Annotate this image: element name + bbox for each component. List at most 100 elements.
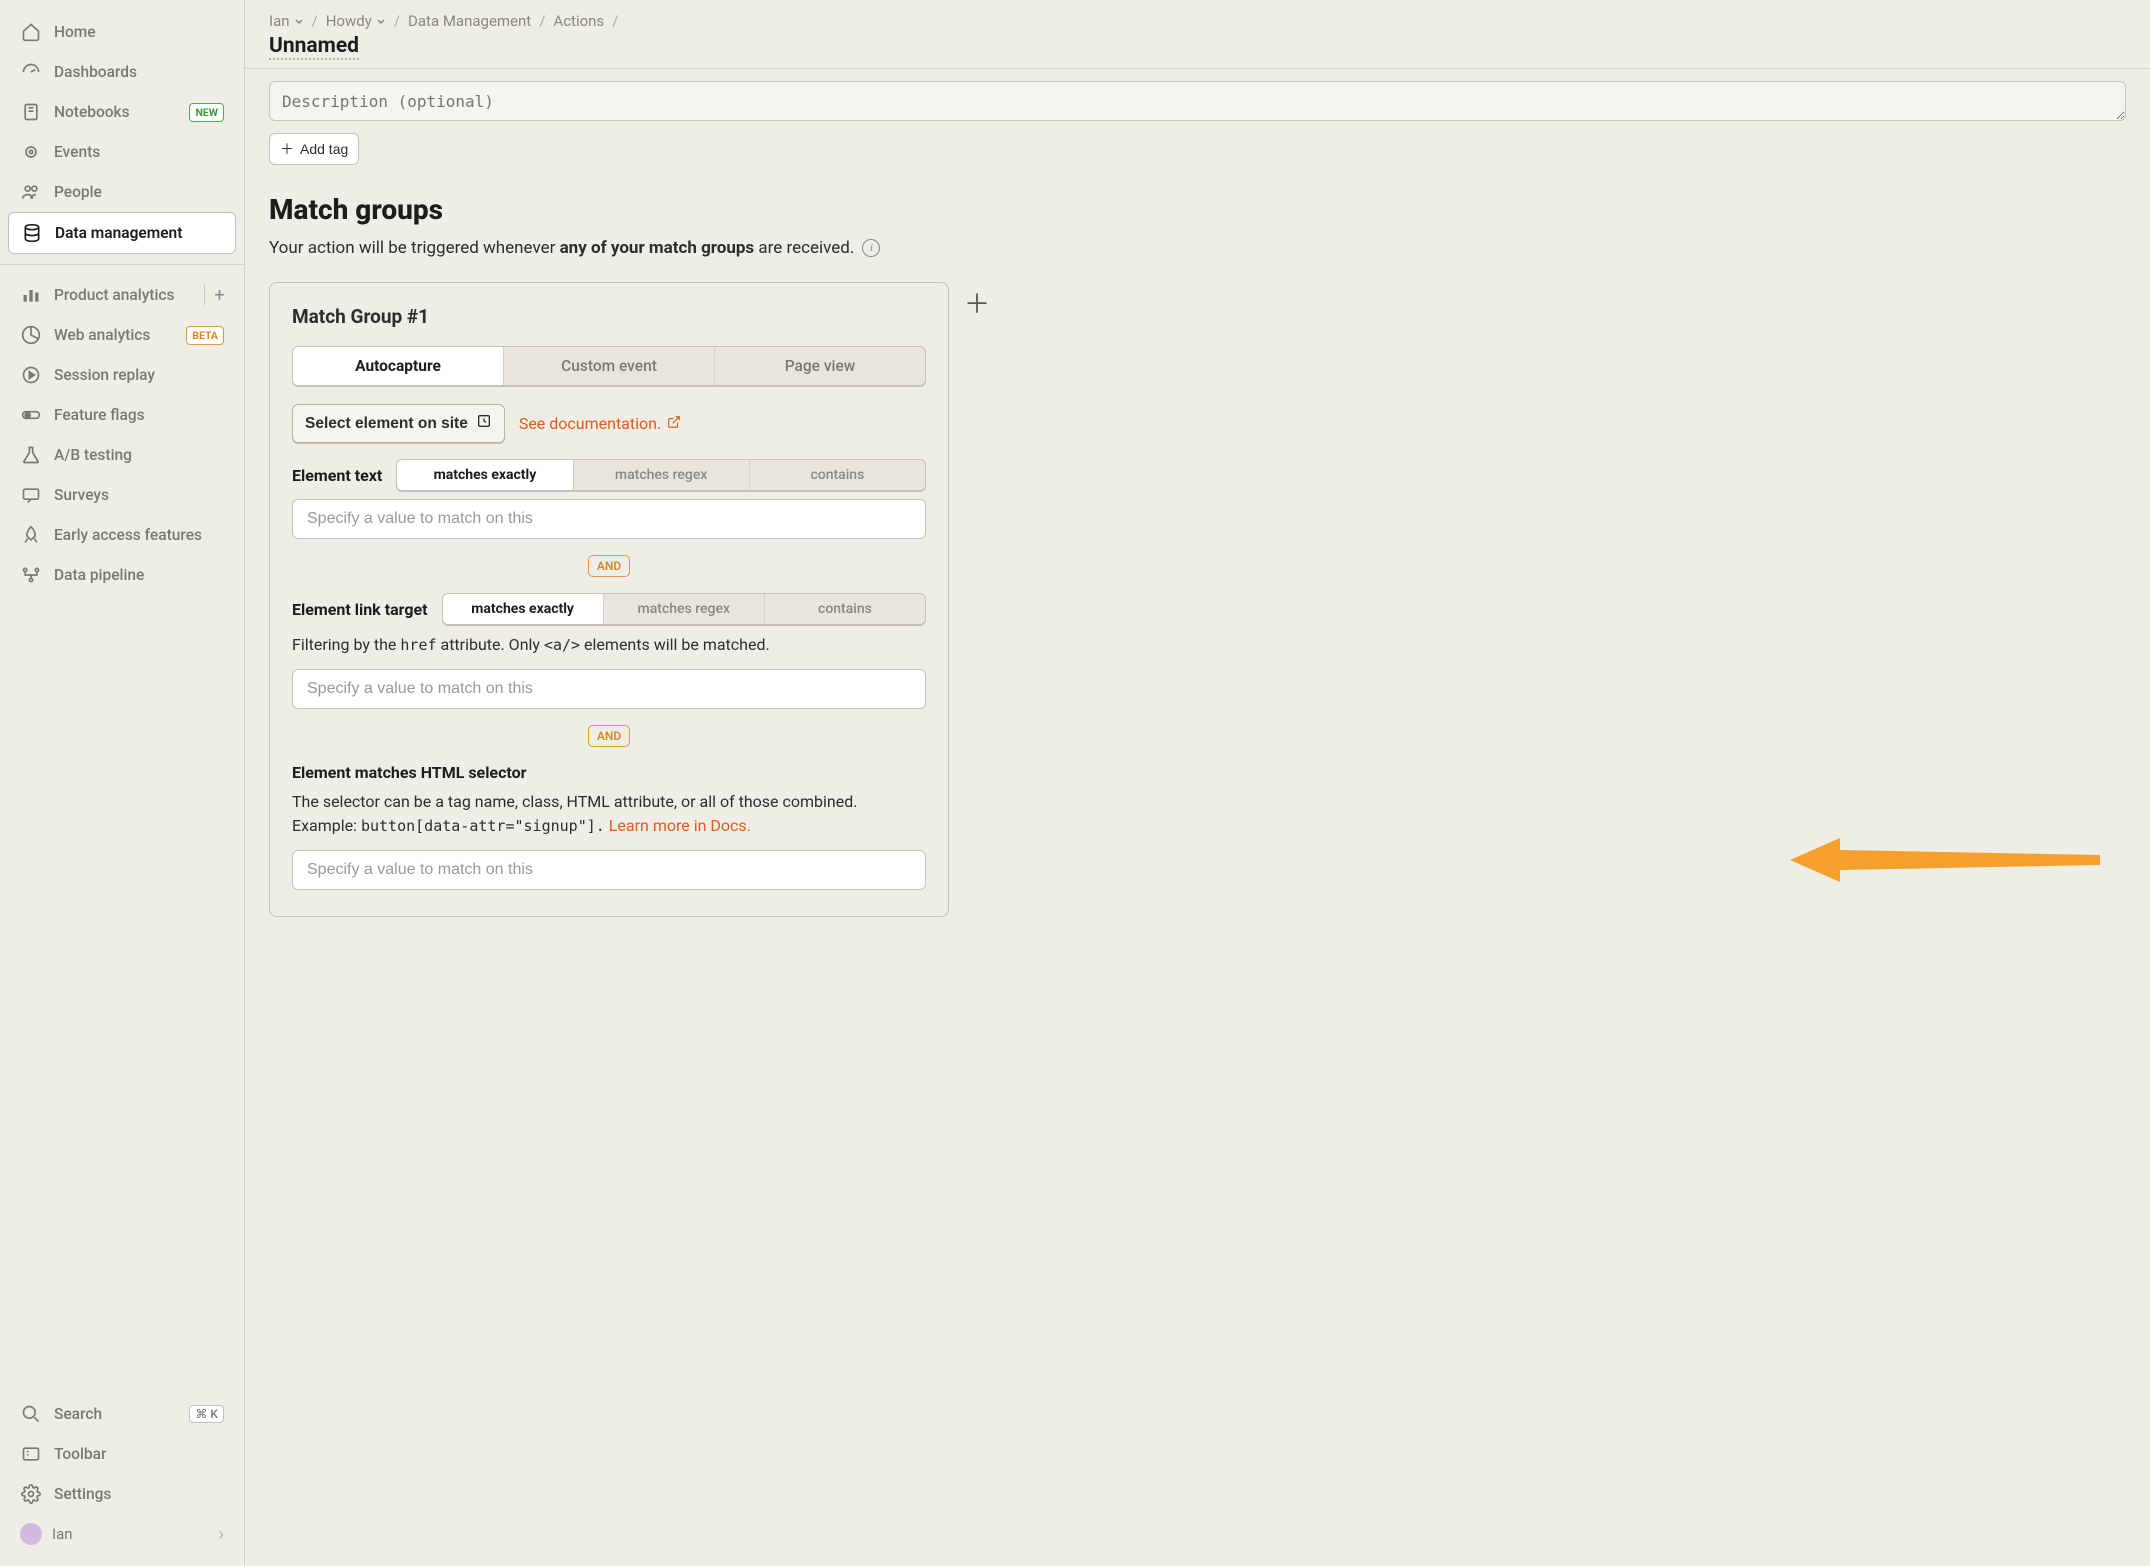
sidebar-item-home[interactable]: Home <box>8 12 236 52</box>
target-icon <box>476 413 492 434</box>
element-link-input[interactable] <box>292 669 926 709</box>
chevron-down-icon <box>294 12 304 30</box>
breadcrumb-item[interactable]: Howdy <box>326 12 386 30</box>
sidebar-item-data-pipeline[interactable]: Data pipeline <box>8 555 236 595</box>
and-separator: AND <box>588 725 630 747</box>
chevron-down-icon <box>376 12 386 30</box>
pie-icon <box>20 324 42 346</box>
sidebar-item-web-analytics[interactable]: Web analytics BETA <box>8 315 236 355</box>
sidebar-toolbar[interactable]: Toolbar <box>8 1434 236 1474</box>
nav-label: Session replay <box>54 366 224 384</box>
database-icon <box>21 222 43 244</box>
see-documentation-link[interactable]: See documentation. <box>519 414 681 433</box>
sidebar-item-early-access-features[interactable]: Early access features <box>8 515 236 555</box>
sidebar-item-dashboards[interactable]: Dashboards <box>8 52 236 92</box>
page-title[interactable]: Unnamed <box>269 34 359 60</box>
element-link-match-mode: matches exactlymatches regexcontains <box>442 593 926 625</box>
nav-label: Events <box>54 143 224 161</box>
add-tag-label: Add tag <box>300 141 348 157</box>
sidebar-item-notebooks[interactable]: Notebooks NEW <box>8 92 236 132</box>
sidebar-search-label: Search <box>54 1405 177 1423</box>
segment-contains[interactable]: contains <box>765 594 925 624</box>
selector-label: Element matches HTML selector <box>292 763 926 782</box>
tab-custom-event[interactable]: Custom event <box>504 347 715 385</box>
learn-more-link[interactable]: Learn more in Docs. <box>609 814 751 838</box>
segment-matches-exactly[interactable]: matches exactly <box>443 594 604 624</box>
sidebar-item-data-management[interactable]: Data management <box>8 212 236 254</box>
segment-matches-exactly[interactable]: matches exactly <box>397 460 573 490</box>
sidebar-item-session-replay[interactable]: Session replay <box>8 355 236 395</box>
sidebar-item-a-b-testing[interactable]: A/B testing <box>8 435 236 475</box>
description-input[interactable] <box>269 81 2126 121</box>
sidebar-divider <box>0 264 244 265</box>
nav-label: A/B testing <box>54 446 224 464</box>
badge-beta: BETA <box>186 326 224 345</box>
plus-icon: ＋ <box>280 139 294 159</box>
element-text-label: Element text <box>292 466 382 485</box>
select-element-label: Select element on site <box>305 415 468 433</box>
breadcrumb-item[interactable]: Data Management <box>408 12 531 30</box>
avatar <box>20 1523 42 1545</box>
nav-label: Home <box>54 23 224 41</box>
sidebar-settings[interactable]: Settings <box>8 1474 236 1514</box>
search-icon <box>20 1403 42 1425</box>
tab-page-view[interactable]: Page view <box>715 347 925 385</box>
people-icon <box>20 181 42 203</box>
sidebar-item-feature-flags[interactable]: Feature flags <box>8 395 236 435</box>
segment-contains[interactable]: contains <box>750 460 925 490</box>
sidebar-item-events[interactable]: Events <box>8 132 236 172</box>
notebook-icon <box>20 101 42 123</box>
gear-icon <box>20 1483 42 1505</box>
breadcrumb: Ian /Howdy /Data Management/Actions/ <box>245 0 2150 34</box>
chevron-right-icon: › <box>219 1524 224 1545</box>
nav-label: Dashboards <box>54 63 224 81</box>
nav-label: Data management <box>55 224 223 242</box>
element-link-label: Element link target <box>292 600 428 619</box>
bars-icon <box>20 284 42 306</box>
select-element-button[interactable]: Select element on site <box>292 404 505 443</box>
home-icon <box>20 21 42 43</box>
nav-label: Early access features <box>54 526 224 544</box>
see-docs-label: See documentation. <box>519 414 661 433</box>
match-group-card: Match Group #1 AutocaptureCustom eventPa… <box>269 282 949 917</box>
info-icon[interactable]: i <box>862 239 880 257</box>
broadcast-icon <box>20 141 42 163</box>
gauge-icon <box>20 61 42 83</box>
breadcrumb-item[interactable]: Actions <box>553 12 604 30</box>
main-content: Ian /Howdy /Data Management/Actions/ Unn… <box>245 0 2150 1566</box>
sidebar-user-name: Ian <box>52 1525 73 1543</box>
segment-matches-regex[interactable]: matches regex <box>604 594 765 624</box>
nav-label: Web analytics <box>54 326 174 344</box>
add-tag-button[interactable]: ＋ Add tag <box>269 133 359 165</box>
rocket-icon <box>20 524 42 546</box>
sidebar-item-surveys[interactable]: Surveys <box>8 475 236 515</box>
search-shortcut: ⌘ K <box>189 1405 224 1423</box>
pipeline-icon <box>20 564 42 586</box>
element-link-help: Filtering by the href attribute. Only <a… <box>292 633 926 657</box>
selector-help: The selector can be a tag name, class, H… <box>292 790 926 838</box>
badge-new: NEW <box>189 103 224 122</box>
chat-icon <box>20 484 42 506</box>
selector-input[interactable] <box>292 850 926 890</box>
toggle-icon <box>20 404 42 426</box>
sidebar-item-product-analytics[interactable]: Product analytics + <box>8 275 236 315</box>
add-match-group-button[interactable]: ＋ <box>961 286 993 318</box>
nav-label: Data pipeline <box>54 566 224 584</box>
sidebar-user[interactable]: Ian › <box>8 1514 236 1554</box>
segment-matches-regex[interactable]: matches regex <box>574 460 750 490</box>
flask-icon <box>20 444 42 466</box>
nav-label: Product analytics <box>54 286 188 304</box>
sidebar-item-people[interactable]: People <box>8 172 236 212</box>
sidebar-settings-label: Settings <box>54 1485 224 1503</box>
breadcrumb-item[interactable]: Ian <box>269 12 304 30</box>
nav-label: Notebooks <box>54 103 177 121</box>
element-text-match-mode: matches exactlymatches regexcontains <box>396 459 926 491</box>
nav-label: Feature flags <box>54 406 224 424</box>
tab-autocapture[interactable]: Autocapture <box>293 347 504 385</box>
element-text-input[interactable] <box>292 499 926 539</box>
add-insight-button[interactable]: + <box>204 285 224 305</box>
section-description: Your action will be triggered whenever a… <box>245 234 2150 282</box>
event-type-tabs: AutocaptureCustom eventPage view <box>292 346 926 386</box>
play-icon <box>20 364 42 386</box>
sidebar-search[interactable]: Search ⌘ K <box>8 1394 236 1434</box>
